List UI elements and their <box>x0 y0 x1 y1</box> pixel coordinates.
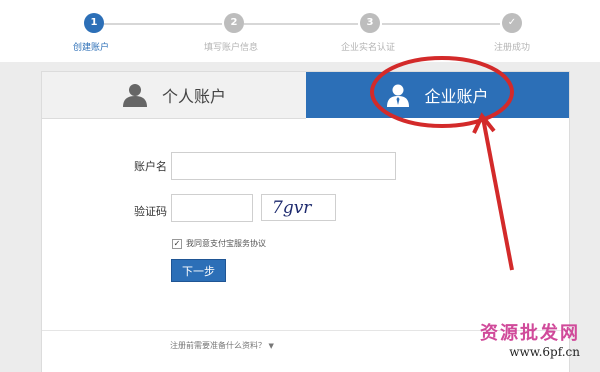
next-step-button[interactable]: 下一步 <box>171 259 226 282</box>
agree-prefix: 我同意 <box>186 239 210 248</box>
watermark: 资源批发网 www.6pf.cn <box>480 319 580 359</box>
chevron-down-icon: ▼ <box>268 342 274 350</box>
captcha-image[interactable]: 7gvr <box>261 194 336 221</box>
tab-personal-account[interactable]: 个人账户 <box>42 72 306 119</box>
tab-enterprise-account[interactable]: 企业账户 <box>306 72 569 118</box>
step-1-circle: 1 <box>84 13 104 33</box>
step-connector <box>382 23 500 25</box>
step-connector <box>104 23 222 25</box>
tab-enterprise-label: 企业账户 <box>424 87 489 106</box>
account-name-input[interactable] <box>171 152 396 180</box>
step-2-label: 填写账户信息 <box>204 43 259 53</box>
agree-row: ✓ 我同意 支付宝服务协议 <box>172 238 266 249</box>
agreement-link[interactable]: 支付宝服务协议 <box>210 238 266 249</box>
prepare-info-link[interactable]: 注册前需要准备什么资料？ ▼ <box>170 340 274 351</box>
captcha-label: 验证码 <box>134 205 167 218</box>
prepare-info-label: 注册前需要准备什么资料？ <box>170 341 266 350</box>
business-user-icon <box>387 84 410 107</box>
account-type-tabs: 个人账户 企业账户 <box>42 72 569 119</box>
watermark-title: 资源批发网 <box>480 323 580 344</box>
watermark-url: www.6pf.cn <box>509 345 580 359</box>
steps-bar: 1 创建账户 2 填写账户信息 3 企业实名认证 ✓ 注册成功 <box>0 0 600 62</box>
step-4-label: 注册成功 <box>494 43 531 53</box>
step-3-circle: 3 <box>360 13 380 33</box>
captcha-input[interactable] <box>171 194 253 222</box>
tab-personal-label: 个人账户 <box>161 87 226 106</box>
user-icon <box>122 84 147 107</box>
step-1-label: 创建账户 <box>73 43 110 53</box>
step-connector <box>244 23 358 25</box>
step-2-circle: 2 <box>224 13 244 33</box>
account-name-label: 账户名 <box>134 160 167 173</box>
step-4-check-icon: ✓ <box>502 13 522 33</box>
step-3-label: 企业实名认证 <box>341 43 396 53</box>
agree-checkbox[interactable]: ✓ <box>172 238 182 249</box>
svg-text:7gvr: 7gvr <box>272 198 312 218</box>
